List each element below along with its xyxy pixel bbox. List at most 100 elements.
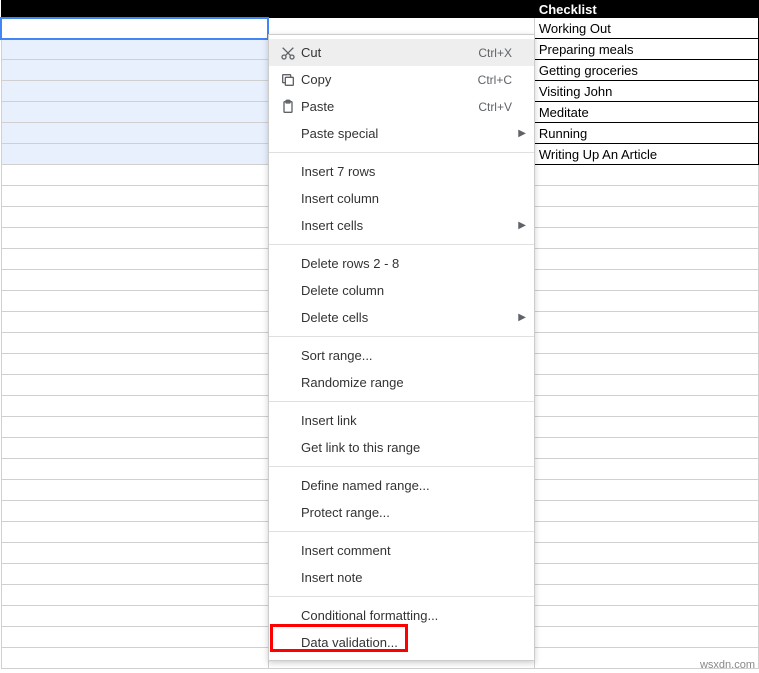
cell-a4[interactable]: [1, 60, 268, 81]
menu-label: Insert 7 rows: [301, 164, 512, 179]
cell[interactable]: [1, 522, 268, 543]
header-row: Checklist: [1, 1, 759, 18]
cell[interactable]: [1, 480, 268, 501]
menu-copy[interactable]: Copy Ctrl+C: [269, 66, 534, 93]
cell[interactable]: [1, 564, 268, 585]
menu-define-named-range[interactable]: Define named range...: [269, 472, 534, 499]
cell[interactable]: [1, 186, 268, 207]
cell[interactable]: [1, 375, 268, 396]
menu-insert-link[interactable]: Insert link: [269, 407, 534, 434]
cell[interactable]: [1, 228, 268, 249]
menu-paste-special[interactable]: Paste special ▶: [269, 120, 534, 147]
cell[interactable]: [1, 207, 268, 228]
cell[interactable]: [1, 648, 268, 669]
watermark-text: wsxdn.com: [700, 659, 755, 671]
cell-a8[interactable]: [1, 144, 268, 165]
cell-a7[interactable]: [1, 123, 268, 144]
cell[interactable]: [534, 312, 758, 333]
menu-label: Insert comment: [301, 543, 512, 558]
menu-conditional-formatting[interactable]: Conditional formatting...: [269, 602, 534, 629]
cell[interactable]: [1, 501, 268, 522]
cell[interactable]: [534, 375, 758, 396]
cell[interactable]: [1, 249, 268, 270]
cell[interactable]: [1, 333, 268, 354]
header-cell-3[interactable]: Checklist: [534, 1, 758, 18]
menu-label: Insert note: [301, 570, 512, 585]
cell[interactable]: [1, 312, 268, 333]
cell[interactable]: [1, 627, 268, 648]
menu-delete-rows[interactable]: Delete rows 2 - 8: [269, 250, 534, 277]
cell[interactable]: [1, 354, 268, 375]
checklist-item[interactable]: Meditate: [534, 102, 758, 123]
cell[interactable]: [534, 228, 758, 249]
checklist-item[interactable]: Visiting John: [534, 81, 758, 102]
cell-a3[interactable]: [1, 39, 268, 60]
menu-cut[interactable]: Cut Ctrl+X: [269, 39, 534, 66]
cell[interactable]: [534, 186, 758, 207]
cell[interactable]: [534, 501, 758, 522]
header-cell-1[interactable]: [1, 1, 268, 18]
cell-a2[interactable]: [1, 18, 268, 39]
menu-sort-range[interactable]: Sort range...: [269, 342, 534, 369]
menu-label: Paste special: [301, 126, 512, 141]
menu-insert-cells[interactable]: Insert cells ▶: [269, 212, 534, 239]
cell-a5[interactable]: [1, 81, 268, 102]
menu-data-validation[interactable]: Data validation...: [269, 629, 534, 656]
menu-insert-column[interactable]: Insert column: [269, 185, 534, 212]
cell[interactable]: [534, 396, 758, 417]
menu-protect-range[interactable]: Protect range...: [269, 499, 534, 526]
checklist-item[interactable]: Getting groceries: [534, 60, 758, 81]
cell[interactable]: [534, 354, 758, 375]
menu-shortcut: Ctrl+V: [478, 100, 512, 114]
cell[interactable]: [534, 459, 758, 480]
checklist-item[interactable]: Writing Up An Article: [534, 144, 758, 165]
menu-shortcut: Ctrl+C: [478, 73, 512, 87]
menu-delete-cells[interactable]: Delete cells ▶: [269, 304, 534, 331]
cell[interactable]: [534, 564, 758, 585]
menu-get-link[interactable]: Get link to this range: [269, 434, 534, 461]
cell-a6[interactable]: [1, 102, 268, 123]
cell[interactable]: [534, 585, 758, 606]
checklist-item[interactable]: Working Out: [534, 18, 758, 39]
menu-insert-rows[interactable]: Insert 7 rows: [269, 158, 534, 185]
cell[interactable]: [534, 543, 758, 564]
cell[interactable]: [1, 585, 268, 606]
cell[interactable]: [534, 291, 758, 312]
cell[interactable]: [534, 627, 758, 648]
cut-icon: [275, 45, 301, 61]
spreadsheet-area: Checklist Working Out Preparing meals Ge…: [0, 0, 759, 673]
paste-icon: [275, 99, 301, 115]
menu-delete-column[interactable]: Delete column: [269, 277, 534, 304]
header-cell-2[interactable]: [268, 1, 534, 18]
cell[interactable]: [1, 417, 268, 438]
cell[interactable]: [534, 438, 758, 459]
cell[interactable]: [534, 417, 758, 438]
checklist-item[interactable]: Running: [534, 123, 758, 144]
cell[interactable]: [1, 543, 268, 564]
cell[interactable]: [534, 165, 758, 186]
cell[interactable]: [1, 165, 268, 186]
cell[interactable]: [534, 522, 758, 543]
cell[interactable]: [534, 480, 758, 501]
cell[interactable]: [1, 606, 268, 627]
cell[interactable]: [534, 333, 758, 354]
menu-label: Get link to this range: [301, 440, 512, 455]
cell[interactable]: [534, 270, 758, 291]
menu-label: Delete rows 2 - 8: [301, 256, 512, 271]
cell[interactable]: [1, 459, 268, 480]
context-menu: Cut Ctrl+X Copy Ctrl+C Paste Ctrl+V Past…: [268, 34, 535, 661]
cell[interactable]: [534, 207, 758, 228]
cell[interactable]: [1, 291, 268, 312]
cell[interactable]: [534, 249, 758, 270]
menu-paste[interactable]: Paste Ctrl+V: [269, 93, 534, 120]
cell[interactable]: [1, 438, 268, 459]
menu-insert-note[interactable]: Insert note: [269, 564, 534, 591]
cell[interactable]: [534, 606, 758, 627]
menu-label: Cut: [301, 45, 478, 60]
cell[interactable]: [1, 270, 268, 291]
checklist-item[interactable]: Preparing meals: [534, 39, 758, 60]
menu-insert-comment[interactable]: Insert comment: [269, 537, 534, 564]
menu-label: Delete column: [301, 283, 512, 298]
menu-randomize-range[interactable]: Randomize range: [269, 369, 534, 396]
cell[interactable]: [1, 396, 268, 417]
